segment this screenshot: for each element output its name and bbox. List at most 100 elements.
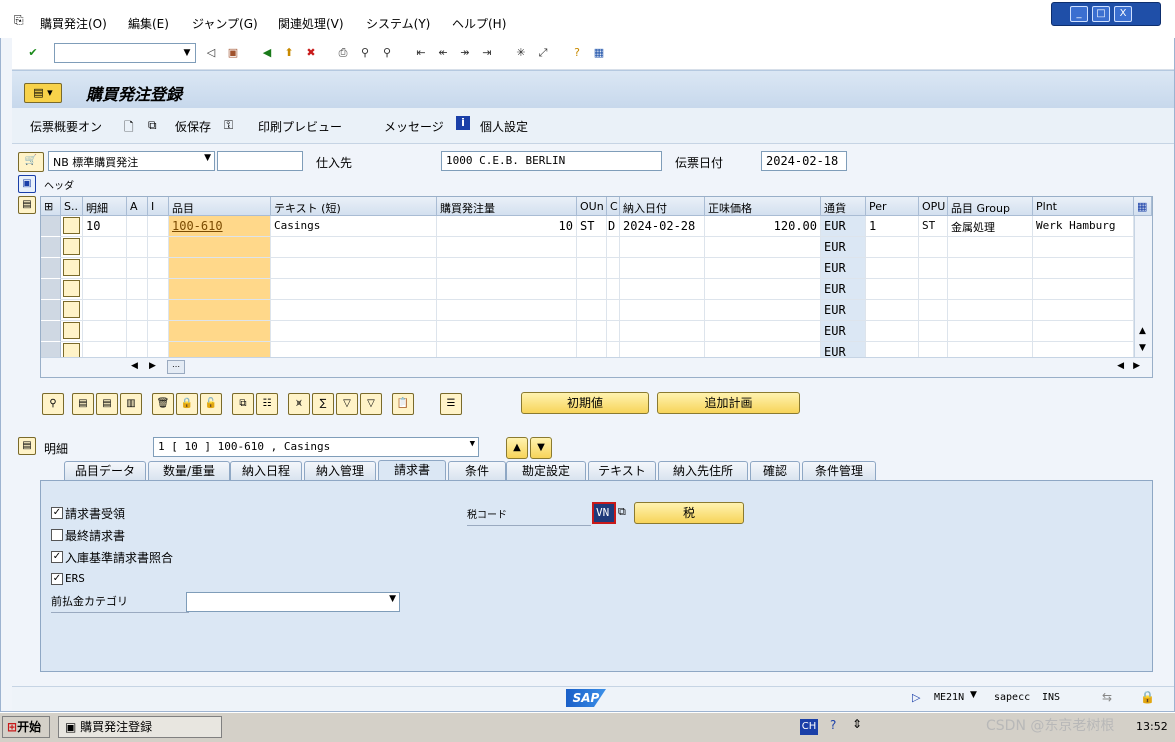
table-cell-c[interactable]: D <box>607 216 620 237</box>
menu-edit[interactable]: 編集(E) <box>128 15 169 32</box>
table-cell[interactable] <box>148 279 169 300</box>
table-cell[interactable] <box>705 237 821 258</box>
tab-6[interactable]: 勘定設定 <box>506 461 586 480</box>
delete-icon[interactable]: 🗑 <box>152 393 174 415</box>
table-cell[interactable] <box>271 279 437 300</box>
status-box[interactable] <box>63 322 80 339</box>
menu-help[interactable]: ヘルプ(H) <box>452 15 506 32</box>
column-header-plant[interactable]: Plnt <box>1033 197 1134 216</box>
personal-settings-button[interactable]: 個人設定 <box>480 118 528 135</box>
table-cell-a[interactable] <box>127 216 148 237</box>
scroll-thumb[interactable]: ⋯ <box>167 360 185 374</box>
table-cell[interactable] <box>948 279 1033 300</box>
tab-1[interactable]: 数量/重量 <box>148 461 230 480</box>
document-type-select[interactable]: NB 標準購買発注 ▼ <box>48 151 215 171</box>
chevron-down-icon[interactable]: ▼ <box>470 439 475 449</box>
table-cell[interactable] <box>948 321 1033 342</box>
menu-system[interactable]: システム(Y) <box>366 15 430 32</box>
help-icon[interactable]: ? <box>830 718 836 732</box>
table-cell[interactable] <box>577 258 607 279</box>
table-cell[interactable] <box>1033 237 1134 258</box>
table-cell[interactable] <box>948 237 1033 258</box>
table-cell[interactable] <box>169 258 271 279</box>
table-cell-delivery-date[interactable]: 2024-02-28 <box>620 216 705 237</box>
table-cell[interactable] <box>577 321 607 342</box>
table-cell[interactable] <box>83 300 127 321</box>
additional-planning-button[interactable]: 追加計画 <box>657 392 800 414</box>
total-icon[interactable]: ∑ <box>312 393 334 415</box>
table-cell[interactable] <box>607 321 620 342</box>
table-cell[interactable] <box>1033 258 1134 279</box>
cart-icon[interactable]: 🛒 <box>18 152 44 172</box>
status-expand-icon[interactable]: ▷ <box>912 691 920 704</box>
find-icon[interactable]: ⚲ <box>356 44 374 62</box>
clipboard-icon[interactable]: 📋 <box>392 393 414 415</box>
split-icon[interactable]: ☷ <box>256 393 278 415</box>
table-cell[interactable] <box>705 279 821 300</box>
row-selector[interactable] <box>41 300 61 321</box>
header-expand-icon[interactable]: ▣ <box>18 175 36 193</box>
item-overview-collapse-icon[interactable]: ▤ <box>18 196 36 214</box>
table-cell[interactable] <box>919 321 948 342</box>
column-header-per[interactable]: Per <box>866 197 919 216</box>
table-cell[interactable] <box>866 300 919 321</box>
insert-line-icon[interactable]: ▤ <box>96 393 118 415</box>
filter-icon[interactable]: ▽ <box>336 393 358 415</box>
next-item-button[interactable]: ▼ <box>530 437 552 459</box>
status-box[interactable] <box>63 238 80 255</box>
table-cell[interactable] <box>127 321 148 342</box>
hold-button[interactable]: 仮保存 <box>175 118 211 135</box>
scroll-right-icon[interactable]: ▶ <box>1133 361 1140 371</box>
details-icon[interactable]: ⚲ <box>42 393 64 415</box>
menu-goto[interactable]: ジャンプ(G) <box>192 15 258 32</box>
services-for-object-button[interactable]: ▤ ▾ <box>24 83 62 103</box>
column-header-item[interactable]: 明細 <box>83 197 127 216</box>
save-icon[interactable]: ▣ <box>224 44 242 62</box>
print-preview-button[interactable]: 印刷プレビュー <box>258 118 342 135</box>
tab-7[interactable]: テキスト <box>588 461 656 480</box>
final-invoice-checkbox[interactable] <box>51 529 63 541</box>
table-cell[interactable] <box>148 258 169 279</box>
table-cell-po-quantity[interactable]: 10 <box>437 216 577 237</box>
shortcut-icon[interactable]: ⤢ <box>534 44 552 62</box>
tab-9[interactable]: 確認 <box>750 461 800 480</box>
table-cell[interactable] <box>705 258 821 279</box>
tax-button[interactable]: 税 <box>634 502 744 524</box>
status-box[interactable] <box>63 217 80 234</box>
table-cell[interactable] <box>607 258 620 279</box>
table-cell[interactable] <box>620 300 705 321</box>
table-cell[interactable] <box>437 300 577 321</box>
start-button[interactable]: ⊞开始 <box>2 716 50 738</box>
enter-icon[interactable]: ✔ <box>24 44 42 62</box>
column-header-status[interactable]: S.. <box>61 197 83 216</box>
scroll-left-icon[interactable]: ◀ <box>1117 361 1124 371</box>
row-selector[interactable] <box>41 237 61 258</box>
item-detail-collapse-icon[interactable]: ▤ <box>18 437 36 455</box>
tab-3[interactable]: 納入管理 <box>304 461 376 480</box>
chevron-down-icon[interactable]: ▼ <box>204 153 211 163</box>
menu-purchase-order[interactable]: 購買発注(O) <box>40 15 107 32</box>
table-cell[interactable] <box>607 300 620 321</box>
table-cell[interactable] <box>866 279 919 300</box>
table-settings-icon[interactable]: ▦ <box>1134 197 1152 216</box>
table-cell[interactable] <box>271 258 437 279</box>
table-cell[interactable] <box>919 300 948 321</box>
table-cell-opu[interactable]: ST <box>919 216 948 237</box>
column-header-material-group[interactable]: 品目 Group <box>948 197 1033 216</box>
table-cell[interactable] <box>866 258 919 279</box>
table-cell[interactable] <box>83 237 127 258</box>
column-header-short-text[interactable]: テキスト (短) <box>271 197 437 216</box>
vendor-field[interactable]: 1000 C.E.B. BERLIN <box>441 151 662 171</box>
table-cell-material-group[interactable]: 金属処理 <box>948 216 1033 237</box>
table-cell[interactable] <box>620 258 705 279</box>
row-selector[interactable] <box>41 321 61 342</box>
minimize-button[interactable]: _ <box>1070 6 1088 22</box>
previous-item-button[interactable]: ▲ <box>506 437 528 459</box>
add-line-icon[interactable]: ▤ <box>72 393 94 415</box>
copy-line-icon[interactable]: ▥ <box>120 393 142 415</box>
table-cell[interactable] <box>620 279 705 300</box>
table-cell[interactable] <box>148 237 169 258</box>
column-header-net-price[interactable]: 正味価格 <box>705 197 821 216</box>
back-icon[interactable]: ◀ <box>258 44 276 62</box>
other-document-icon[interactable]: ⧉ <box>148 118 157 133</box>
